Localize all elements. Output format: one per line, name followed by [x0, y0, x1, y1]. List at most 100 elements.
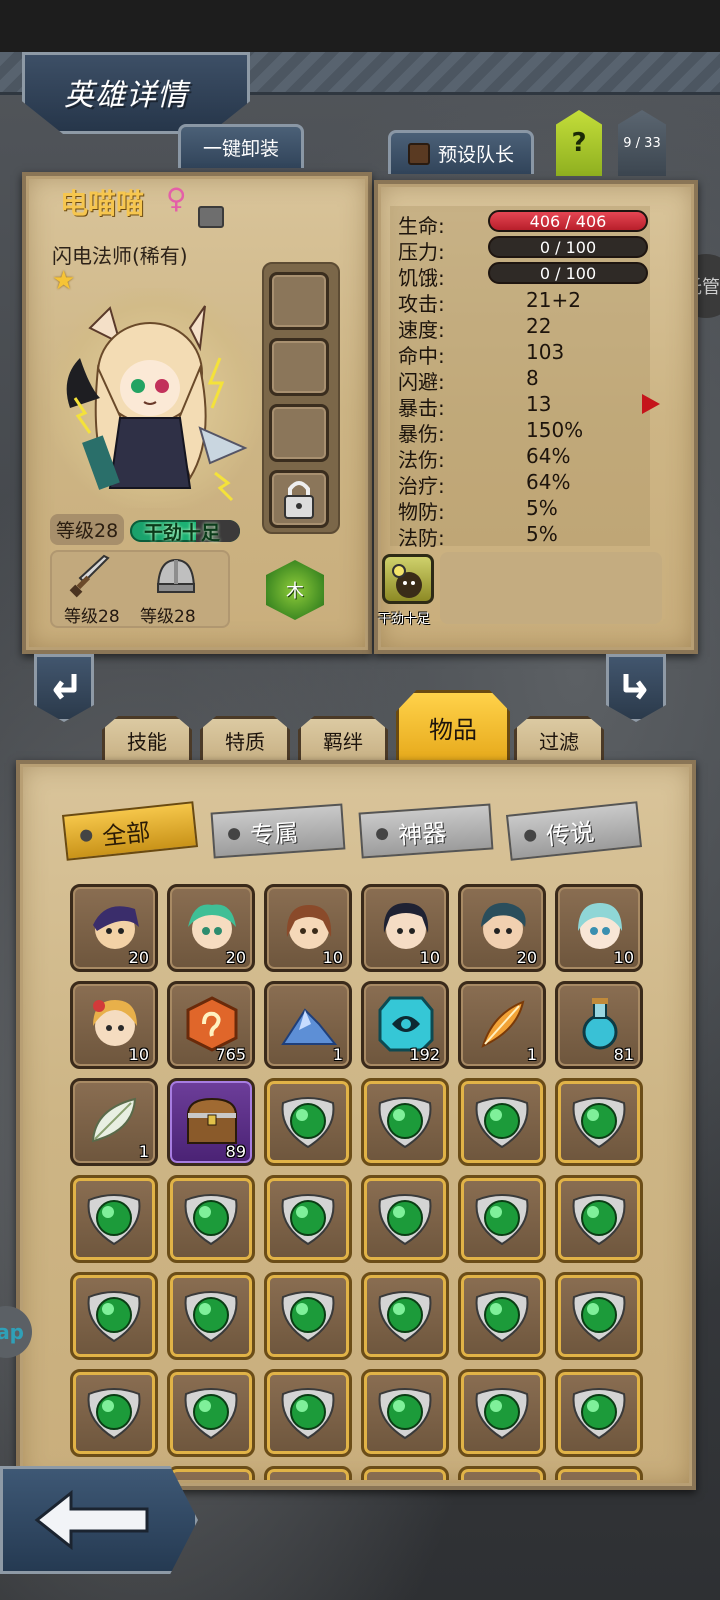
- equipment-slots: [262, 262, 340, 534]
- green-gem-item[interactable]: [167, 1369, 255, 1457]
- back-button[interactable]: [0, 1466, 198, 1574]
- item-quantity: 10: [613, 948, 634, 967]
- green-gem-icon: [378, 1388, 432, 1440]
- filter-legend-label: 传说: [544, 817, 596, 851]
- sword-icon[interactable]: [68, 554, 114, 600]
- crystal-powder-item[interactable]: 1: [264, 981, 352, 1069]
- preset-captain-checkbox[interactable]: [407, 142, 430, 165]
- hero-shard-item[interactable]: 20: [167, 884, 255, 972]
- item-quantity: 89: [225, 1142, 246, 1161]
- filter-all-label: 全部: [100, 817, 152, 851]
- item-quantity: 10: [419, 948, 440, 967]
- green-gem-item[interactable]: [361, 1369, 449, 1457]
- green-gem-item[interactable]: [264, 1272, 352, 1360]
- green-gem-item[interactable]: [264, 1369, 352, 1457]
- green-gem-icon: [572, 1291, 626, 1343]
- green-gem-item[interactable]: [361, 1175, 449, 1263]
- hero-shard-item[interactable]: 10: [264, 884, 352, 972]
- stat-value: 64%: [526, 470, 571, 494]
- help-icon: ?: [571, 128, 587, 158]
- green-gem-item[interactable]: [70, 1175, 158, 1263]
- filter-dot-icon: [375, 827, 389, 841]
- helmet-icon[interactable]: [152, 554, 200, 600]
- stats-card: 生命: 406 / 406 压力: 0 / 100 饥饿: 0 / 100 攻击…: [374, 180, 698, 654]
- green-gem-icon: [378, 1097, 432, 1149]
- lock-icon: [284, 481, 314, 519]
- hp-bar: 406 / 406: [488, 210, 648, 232]
- hero-shard-item[interactable]: 10: [70, 981, 158, 1069]
- preset-captain-button[interactable]: 预设队长: [388, 130, 534, 174]
- wood-element-icon[interactable]: 木: [266, 560, 324, 620]
- female-icon: ♀: [166, 182, 187, 215]
- tab-items[interactable]: 物品: [396, 690, 510, 762]
- green-gem-item[interactable]: [458, 1466, 546, 1480]
- item-quantity: 765: [215, 1045, 246, 1064]
- tab-filter[interactable]: 过滤: [514, 716, 604, 762]
- cyan-rune-item[interactable]: 192: [361, 981, 449, 1069]
- status-bar: [0, 0, 720, 52]
- green-gem-icon: [184, 1291, 238, 1343]
- green-gem-icon: [475, 1097, 529, 1149]
- green-gem-item[interactable]: [361, 1078, 449, 1166]
- tab-skills[interactable]: 技能: [102, 716, 192, 762]
- stat-label: 闪避:: [398, 370, 445, 394]
- green-gem-item[interactable]: [70, 1272, 158, 1360]
- edit-name-icon[interactable]: [198, 206, 224, 228]
- green-gem-item[interactable]: [458, 1078, 546, 1166]
- filter-dot-icon: [523, 829, 537, 843]
- stat-label: 物防:: [398, 500, 445, 524]
- green-gem-item[interactable]: [458, 1272, 546, 1360]
- orange-rune-item[interactable]: 765: [167, 981, 255, 1069]
- item-quantity: 1: [332, 1045, 343, 1064]
- phoenix-feather-item[interactable]: 1: [458, 981, 546, 1069]
- stat-value: 21+2: [526, 288, 581, 312]
- hero-shard-item[interactable]: 10: [361, 884, 449, 972]
- green-gem-item[interactable]: [264, 1078, 352, 1166]
- green-gem-item[interactable]: [458, 1369, 546, 1457]
- stat-value: 5%: [526, 496, 558, 520]
- tab-traits[interactable]: 特质: [200, 716, 290, 762]
- green-gem-item[interactable]: [555, 1466, 643, 1480]
- weapon-level: 等级28: [64, 607, 120, 627]
- green-gem-item[interactable]: [458, 1175, 546, 1263]
- unequip-all-button[interactable]: 一键卸装: [178, 124, 304, 168]
- green-gem-item[interactable]: [361, 1466, 449, 1480]
- buff-icon[interactable]: [382, 554, 434, 604]
- potion-item[interactable]: 81: [555, 981, 643, 1069]
- hero-shard-item[interactable]: 10: [555, 884, 643, 972]
- hero-shard-item[interactable]: 20: [70, 884, 158, 972]
- item-quantity: 10: [128, 1045, 149, 1064]
- green-gem-item[interactable]: [264, 1466, 352, 1480]
- accessory-slot-1[interactable]: [269, 272, 329, 330]
- tab-bonds[interactable]: 羁绊: [298, 716, 388, 762]
- green-gem-item[interactable]: [555, 1175, 643, 1263]
- filter-dot-icon: [227, 827, 241, 841]
- locked-slot[interactable]: [269, 470, 329, 528]
- filter-exclusive-label: 专属: [249, 818, 300, 850]
- green-gem-icon: [475, 1291, 529, 1343]
- filter-exclusive-button[interactable]: 专属: [210, 803, 346, 859]
- item-quantity: 20: [128, 948, 149, 967]
- green-gem-item[interactable]: [555, 1078, 643, 1166]
- arrow-right-icon: [623, 674, 647, 700]
- stat-label: 法伤:: [398, 448, 445, 472]
- green-gem-item[interactable]: [264, 1175, 352, 1263]
- green-gem-item[interactable]: [555, 1272, 643, 1360]
- hero-portrait[interactable]: [50, 288, 260, 508]
- treasure-chest-item[interactable]: 89: [167, 1078, 255, 1166]
- accessory-slot-3[interactable]: [269, 404, 329, 462]
- hero-shard-item[interactable]: 20: [458, 884, 546, 972]
- filter-artifact-label: 神器: [397, 818, 448, 850]
- feather-icon: [481, 1000, 525, 1048]
- green-gem-item[interactable]: [555, 1369, 643, 1457]
- accessory-slot-2[interactable]: [269, 338, 329, 396]
- green-gem-item[interactable]: [167, 1466, 255, 1480]
- green-gem-item[interactable]: [167, 1272, 255, 1360]
- green-gem-item[interactable]: [167, 1175, 255, 1263]
- green-gem-item[interactable]: [70, 1369, 158, 1457]
- green-gem-item[interactable]: [361, 1272, 449, 1360]
- hunger-bar: 0 / 100: [488, 262, 648, 284]
- expand-stats-arrow-icon[interactable]: [642, 394, 660, 414]
- filter-artifact-button[interactable]: 神器: [358, 803, 494, 859]
- leaf-item[interactable]: 1: [70, 1078, 158, 1166]
